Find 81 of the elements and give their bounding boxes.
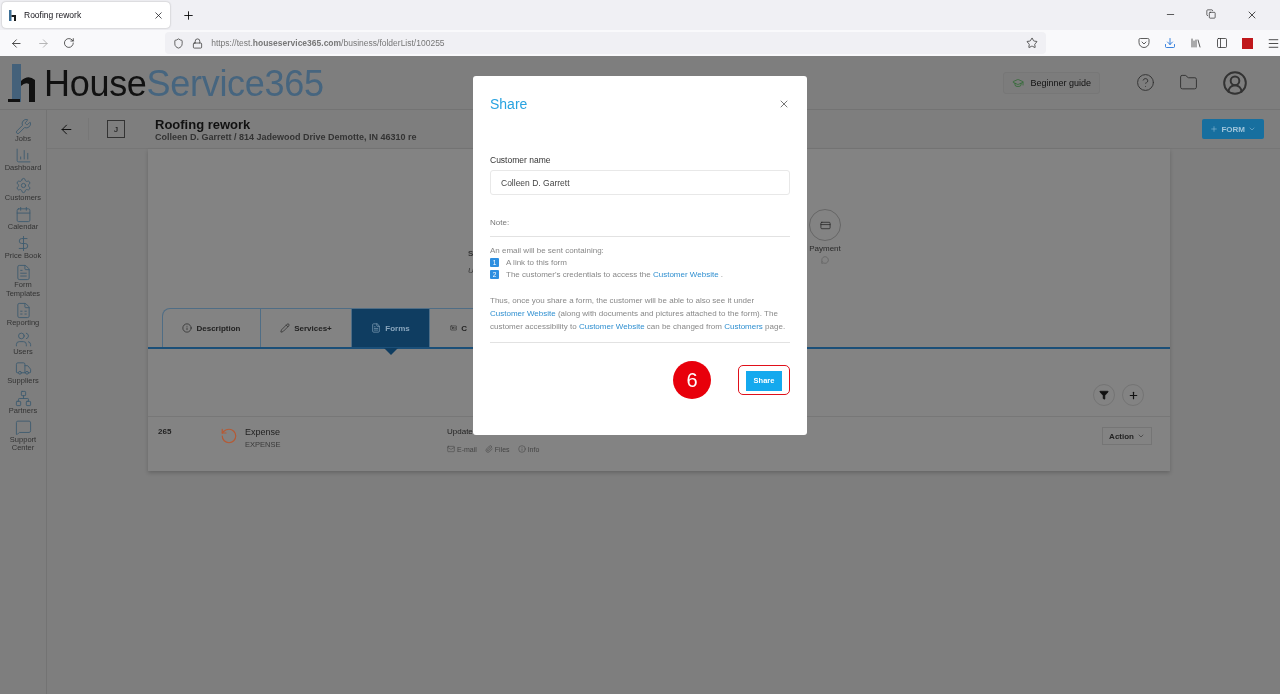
dialog-title: Share [490,96,528,112]
customer-website-link[interactable]: Customer Website [490,309,556,318]
filter-button[interactable] [1093,384,1115,407]
note-label: Note: [490,218,790,237]
plus-icon [1127,389,1139,401]
menu-icon [1267,36,1280,50]
job-badge: J [107,120,125,138]
tools-icon [14,118,32,135]
field-label: Customer name [490,155,552,165]
restore-icon [1206,9,1216,19]
tab-title: Roofing rework [24,10,83,20]
intro-text: An email will be sent containing: [490,246,605,255]
filter-icon [1099,390,1109,401]
pocket-icon [1138,37,1150,49]
mail-icon [447,445,455,454]
forward-icon [36,36,50,50]
beginner-guide-button[interactable]: Beginner guide [1003,71,1100,94]
library-icon [1190,37,1202,49]
back-icon [59,121,74,137]
caret-icon [1248,125,1256,133]
close-button[interactable] [778,98,790,110]
paperclip-icon [484,445,493,454]
truck-icon [14,360,32,378]
star-icon [1026,37,1038,49]
close-icon [1246,9,1258,21]
add-button[interactable] [1122,384,1144,407]
id-card-icon [450,323,458,333]
close-icon [153,9,164,21]
download-icon [1164,37,1176,49]
new-tab-icon [182,8,195,22]
calendar-icon [14,205,32,223]
shield-icon [173,37,185,49]
form-type-icon [220,427,238,446]
avatar-icon [1222,69,1248,96]
customer-website-link[interactable]: Customer Website [652,270,719,279]
updated-text: Update [447,427,474,437]
list-item-text: The customer's credentials to access the Customer Website . [506,270,724,279]
browser-tab[interactable]: Roofing rework [2,2,170,28]
back-button[interactable] [59,121,74,137]
info-icon [517,445,526,454]
bar-chart-icon [14,147,32,165]
form-number: 265 [158,427,173,439]
graduation-cap-icon [1012,76,1025,89]
info-icon [182,323,193,333]
gear-icon [14,176,32,194]
job-title: Roofing rework [155,116,252,132]
step-label: S [468,249,474,258]
logo-text: Service365 [146,62,324,104]
credit-card-icon [819,219,831,231]
action-button[interactable]: Action [1102,427,1152,446]
customer-name-field[interactable]: Colleen D. Garrett [490,170,790,195]
network-icon [14,389,32,407]
plus-icon [1210,125,1219,133]
add-form-button[interactable]: FORM [1202,119,1264,139]
help-icon [1136,73,1155,92]
customer-website-link[interactable]: Customer Website [578,322,645,331]
people-icon [14,331,32,348]
info-paragraph: Thus, once you share a form, the customer will be able to also see it under Customer Website (along with documents and pictures attached to the form). The customer accessibility to Customer Website can be changed from Customers page. [490,294,790,343]
back-icon [10,36,23,50]
step-label: Payment [809,244,841,253]
tab-pointer [383,348,398,356]
spreadsheet-icon [14,301,32,319]
sidebar-icon [1216,37,1228,49]
form-name: Expense [245,427,282,438]
tab[interactable]: Description [162,307,261,348]
list-item-text: A link to this form [506,258,567,267]
close-icon [778,98,790,110]
document-icon [14,264,32,282]
logo-icon [8,9,18,21]
logo-text: House [44,62,147,104]
job-subtitle: Colleen D. Garrett / 814 Jadewood Drive Demotte, IN 46310 re [155,131,417,142]
url-text: https://test.houseservice365.com/business/folderList/100255 [211,38,446,48]
extension-icon[interactable] [1242,37,1253,49]
customer-website-link[interactable]: Customers [724,322,763,331]
step-callout: 6 [673,361,711,399]
lock-icon [192,37,204,49]
pencil-icon [280,323,291,333]
folder-icon [1179,73,1198,92]
document-icon [371,323,382,333]
reload-icon [63,37,76,49]
address-bar[interactable]: https://test.houseservice365.com/business/folderList/100255 [165,32,1046,54]
